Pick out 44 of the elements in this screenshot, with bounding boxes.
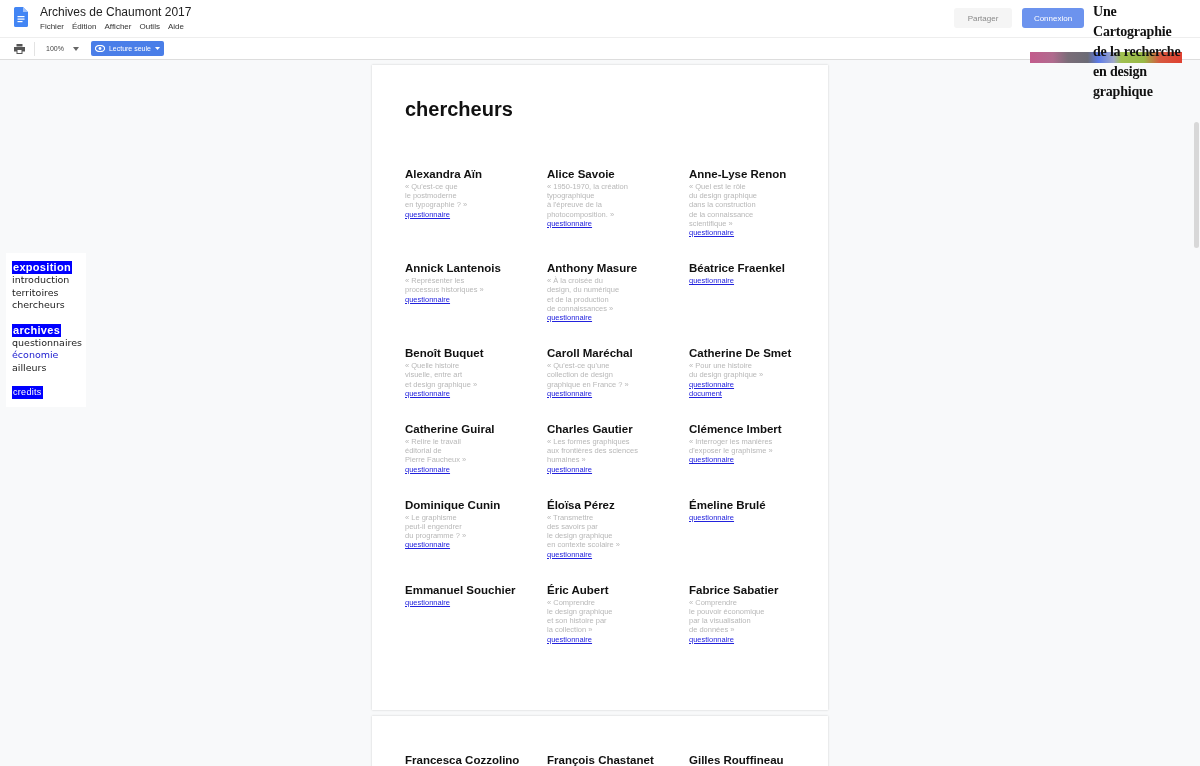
menu-item[interactable]: Afficher — [104, 22, 132, 31]
caret-icon[interactable] — [72, 46, 79, 51]
menu-item[interactable]: Outils — [139, 22, 160, 31]
nav-link[interactable]: économie — [12, 349, 59, 362]
researcher-name: Benoît Buquet — [405, 346, 484, 361]
nav-link[interactable]: questionnaires — [12, 336, 83, 349]
researcher-name: Caroll Maréchal — [547, 346, 633, 361]
researcher-name: Gilles Rouffineau — [689, 753, 785, 766]
nav-link[interactable]: ailleurs — [12, 361, 47, 374]
researcher-name: Dominique Cunin — [405, 497, 501, 512]
researcher-name: Anthony Masure — [547, 261, 638, 276]
researcher-name: Alice Savoie — [547, 167, 615, 181]
caret-icon — [154, 47, 160, 50]
researcher-name: Catherine Guiral — [405, 422, 495, 437]
researcher-name: Francesca Cozzolino — [405, 753, 521, 766]
site-logo-title[interactable]: Une Cartographie de la recherche en design graphique — [1093, 2, 1181, 102]
researcher-name: Anne-Lyse Renon — [689, 167, 787, 181]
document-title: Archives de Chaumont 2017 — [40, 5, 192, 19]
nav-link[interactable]: chercheurs — [12, 299, 65, 312]
researcher-name: François Chastanet — [547, 753, 655, 766]
scrollbar[interactable] — [1194, 122, 1199, 248]
eye-icon — [94, 45, 105, 52]
researcher-name: Fabrice Sabatier — [689, 582, 779, 597]
researcher-name: Éric Aubert — [547, 582, 609, 597]
nav-section-link[interactable]: credits — [12, 386, 43, 399]
researcher-name: Annick Lantenois — [405, 261, 501, 276]
nav-link[interactable]: territoires — [12, 286, 59, 299]
researcher-name: Béatrice Fraenkel — [689, 261, 785, 276]
nav-section-link[interactable]: archives — [12, 323, 62, 337]
document-icon[interactable] — [14, 7, 28, 27]
researcher-name: Catherine De Smet — [689, 346, 792, 361]
page-heading: chercheurs — [405, 97, 514, 121]
nav-section-link[interactable]: exposition — [12, 261, 72, 274]
researcher-name: Emmanuel Souchier — [405, 582, 516, 597]
researcher-name: Éloïsa Pérez — [547, 497, 615, 512]
researcher-name: Clémence Imbert — [689, 422, 782, 437]
menu-item[interactable]: Aide — [167, 22, 184, 31]
menu-item[interactable]: Édition — [72, 22, 97, 31]
nav-link[interactable]: introduction — [12, 274, 70, 287]
print-icon[interactable] — [14, 43, 25, 54]
researcher-name: Charles Gautier — [547, 422, 633, 437]
researcher-name: Émeline Brulé — [689, 497, 766, 512]
menu-item[interactable]: Fichier — [40, 22, 64, 31]
researcher-name: Alexandra Aïn — [405, 167, 482, 181]
